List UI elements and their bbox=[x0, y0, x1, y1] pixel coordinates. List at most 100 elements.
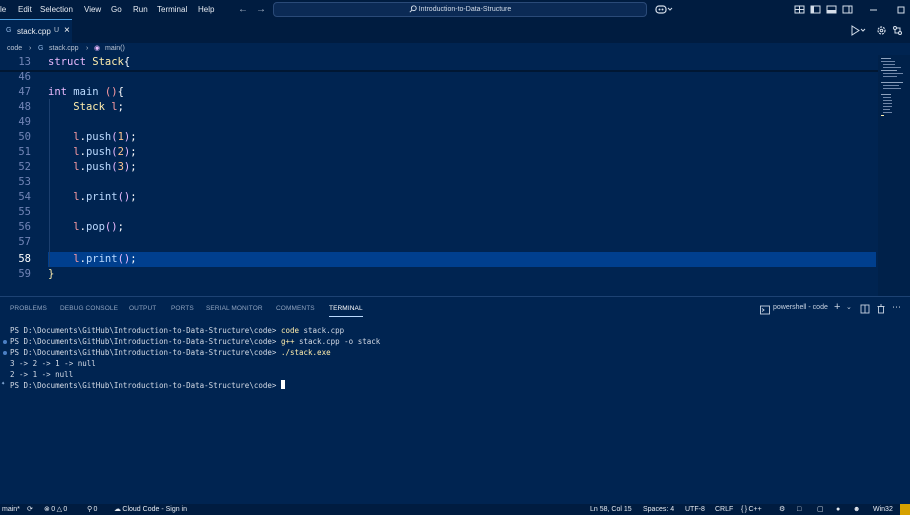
code-line: 49 bbox=[0, 115, 878, 130]
editor-tab-bar: G stack.cpp U × bbox=[0, 19, 910, 43]
notification-bell-icon[interactable] bbox=[900, 504, 910, 515]
compare-changes-icon[interactable] bbox=[892, 25, 903, 36]
terminal-line: PS D:\Documents\GitHub\Introduction-to-D… bbox=[10, 337, 381, 346]
sparkle-icon[interactable]: ✦ bbox=[1, 379, 5, 387]
title-bar: le Edit Selection View Go Run Terminal H… bbox=[0, 0, 910, 19]
code-line: 59 } bbox=[0, 267, 878, 282]
code-text: struct Stack{ bbox=[48, 56, 131, 68]
code-line: 47 int main (){ bbox=[0, 85, 878, 100]
command-decoration-icon[interactable] bbox=[3, 351, 7, 355]
status-bar: main* ⟳ ⊗ 0 △ 0 ⚲ 0 ☁ Cloud Code - Sign … bbox=[0, 504, 910, 515]
toggle-panel-icon[interactable] bbox=[826, 4, 837, 15]
menu-file[interactable]: le bbox=[0, 0, 6, 19]
command-center-label: Introduction-to-Data-Structure bbox=[418, 6, 512, 13]
code-text: l.push(1); bbox=[73, 131, 137, 143]
run-debug-icon[interactable] bbox=[850, 25, 866, 36]
trash-icon[interactable] bbox=[876, 304, 886, 314]
code-line: 51 l.push(2); bbox=[0, 145, 878, 160]
cloud-code-status[interactable]: ☁ Cloud Code - Sign in bbox=[114, 504, 187, 515]
line-number: 54 bbox=[18, 191, 31, 203]
menu-help[interactable]: Help bbox=[198, 0, 214, 19]
code-editor[interactable]: 13 struct Stack{ 46 47 int main (){ 48 S… bbox=[0, 55, 878, 296]
tab-terminal[interactable]: TERMINAL bbox=[329, 305, 363, 312]
minimap[interactable] bbox=[878, 55, 910, 296]
more-actions-icon[interactable]: ⋯ bbox=[892, 302, 901, 313]
minimize-window-icon[interactable] bbox=[868, 4, 879, 15]
menu-run[interactable]: Run bbox=[133, 0, 148, 19]
active-tab-indicator bbox=[329, 316, 363, 317]
code-line: 50 l.push(1); bbox=[0, 130, 878, 145]
forward-arrow-icon[interactable]: → bbox=[256, 0, 266, 19]
chat-icon[interactable]: □ bbox=[797, 504, 801, 515]
microphone-icon[interactable]: ● bbox=[836, 504, 840, 515]
menu-terminal[interactable]: Terminal bbox=[157, 0, 187, 19]
line-number: 57 bbox=[18, 236, 31, 248]
code-text: l.push(3); bbox=[73, 161, 137, 173]
untracked-badge: U bbox=[54, 27, 60, 34]
chevron-down-icon[interactable]: ⌄ bbox=[846, 303, 852, 311]
close-icon[interactable]: × bbox=[64, 25, 70, 36]
menu-selection[interactable]: Selection bbox=[40, 0, 73, 19]
back-arrow-icon[interactable]: ← bbox=[238, 0, 248, 19]
code-text: l.push(2); bbox=[73, 146, 137, 158]
line-number: 50 bbox=[18, 131, 31, 143]
language-mode[interactable]: { } C++ bbox=[741, 504, 762, 515]
branch-indicator[interactable]: main* bbox=[2, 504, 20, 515]
encoding[interactable]: UTF-8 bbox=[685, 504, 705, 515]
line-ending[interactable]: CRLF bbox=[715, 504, 733, 515]
terminal-output[interactable]: PS D:\Documents\GitHub\Introduction-to-D… bbox=[0, 325, 910, 495]
menu-view[interactable]: View bbox=[84, 0, 101, 19]
terminal-icon bbox=[760, 305, 770, 315]
tab-problems[interactable]: PROBLEMS bbox=[10, 305, 47, 312]
breadcrumb: code › G stack.cpp › ◉ main() bbox=[0, 43, 910, 55]
line-number: 47 bbox=[18, 86, 31, 98]
terminal-output-line: 3 -> 2 -> 1 -> null bbox=[10, 359, 96, 368]
copilot-icon[interactable] bbox=[655, 4, 673, 15]
cpp-file-icon: G bbox=[38, 45, 44, 52]
layout-icon[interactable]: ▢ bbox=[817, 504, 824, 515]
command-decoration-icon[interactable] bbox=[3, 340, 7, 344]
sync-icon[interactable]: ⟳ bbox=[27, 504, 33, 515]
problems-indicator[interactable]: ⊗ 0 △ 0 bbox=[44, 504, 67, 515]
method-icon: ◉ bbox=[94, 45, 101, 52]
breadcrumb-folder[interactable]: code bbox=[7, 43, 22, 55]
cursor-position[interactable]: Ln 58, Col 15 bbox=[590, 504, 632, 515]
tab-ports[interactable]: PORTS bbox=[171, 305, 194, 312]
tab-stack-cpp[interactable]: G stack.cpp U × bbox=[0, 19, 72, 43]
command-center-search[interactable]: Introduction-to-Data-Structure bbox=[273, 2, 647, 17]
terminal-output-line: 2 -> 1 -> null bbox=[10, 370, 74, 379]
tab-debug-console[interactable]: DEBUG CONSOLE bbox=[60, 305, 118, 312]
menu-go[interactable]: Go bbox=[111, 0, 122, 19]
new-terminal-icon[interactable]: + bbox=[834, 301, 840, 313]
tab-output[interactable]: OUTPUT bbox=[129, 305, 156, 312]
terminal-line: PS D:\Documents\GitHub\Introduction-to-D… bbox=[10, 326, 345, 335]
breadcrumb-symbol[interactable]: main() bbox=[105, 43, 125, 55]
shell-selector[interactable]: powershell - code bbox=[773, 304, 828, 311]
cpp-file-icon: G bbox=[6, 27, 12, 34]
customize-layout-icon[interactable] bbox=[794, 4, 805, 15]
line-number: 58 bbox=[18, 253, 31, 265]
chevron-right-icon: › bbox=[29, 45, 32, 52]
copilot-status-icon[interactable]: ☻ bbox=[853, 504, 860, 515]
code-line: 54 l.print(); bbox=[0, 190, 878, 205]
ports-indicator[interactable]: ⚲ 0 bbox=[87, 504, 97, 515]
terminal-prompt-line: PS D:\Documents\GitHub\Introduction-to-D… bbox=[10, 380, 285, 391]
breadcrumb-file[interactable]: stack.cpp bbox=[49, 43, 79, 55]
code-line: 56 l.pop(); bbox=[0, 220, 878, 235]
restore-window-icon[interactable] bbox=[896, 4, 907, 15]
line-number: 55 bbox=[18, 206, 31, 218]
feedback-icon[interactable]: ⚙ bbox=[779, 504, 785, 515]
toggle-primary-sidebar-icon[interactable] bbox=[810, 4, 821, 15]
menu-edit[interactable]: Edit bbox=[18, 0, 32, 19]
tab-serial-monitor[interactable]: SERIAL MONITOR bbox=[206, 305, 263, 312]
line-number: 13 bbox=[18, 56, 31, 68]
gear-icon[interactable] bbox=[876, 25, 887, 36]
chevron-right-icon: › bbox=[86, 45, 89, 52]
indentation[interactable]: Spaces: 4 bbox=[643, 504, 674, 515]
code-line: 46 bbox=[0, 70, 878, 85]
tab-comments[interactable]: COMMENTS bbox=[276, 305, 315, 312]
code-text: l.pop(); bbox=[73, 221, 124, 233]
platform-indicator[interactable]: Win32 bbox=[873, 504, 893, 515]
toggle-secondary-sidebar-icon[interactable] bbox=[842, 4, 853, 15]
split-terminal-icon[interactable] bbox=[860, 304, 870, 314]
